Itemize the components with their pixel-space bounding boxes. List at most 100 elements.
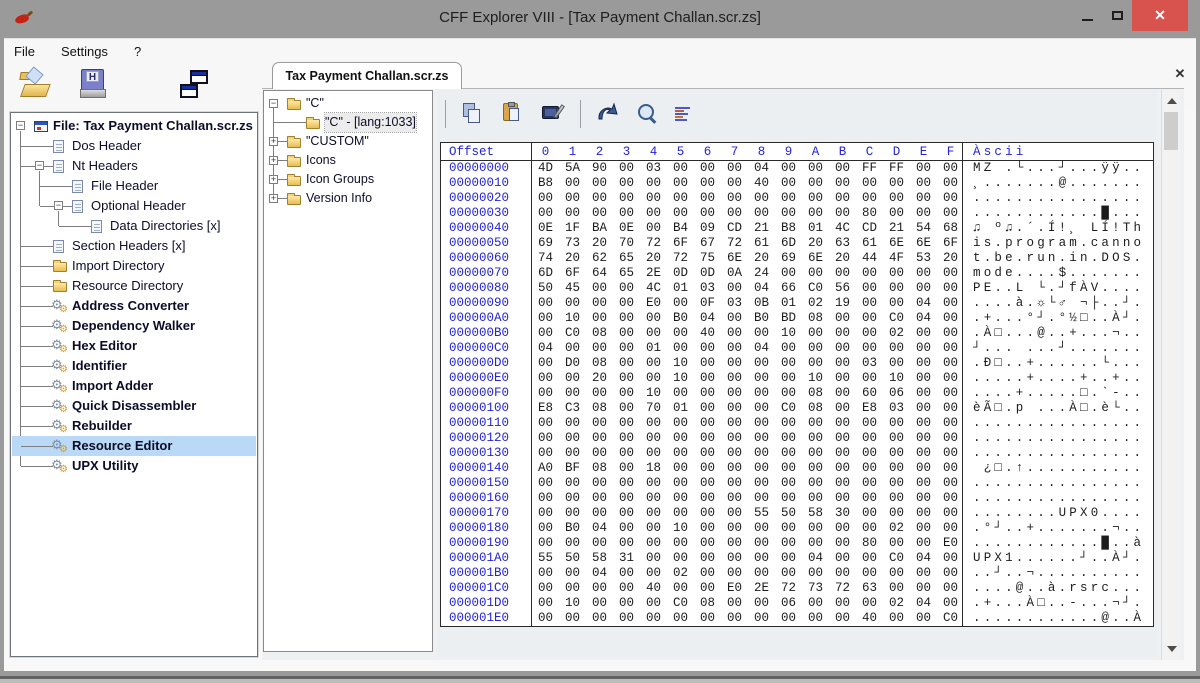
hex-byte[interactable]: 00 xyxy=(640,446,667,461)
hex-byte[interactable]: 00 xyxy=(721,371,748,386)
hex-byte[interactable]: 00 xyxy=(667,176,694,191)
hex-byte[interactable]: 00 xyxy=(829,371,856,386)
hex-byte[interactable]: 04 xyxy=(748,341,775,356)
hex-byte[interactable]: 00 xyxy=(802,206,829,221)
hex-byte[interactable]: 09 xyxy=(694,221,721,236)
hex-byte[interactable]: C0 xyxy=(937,611,964,626)
hex-byte[interactable]: B0 xyxy=(559,521,586,536)
hex-byte[interactable]: 70 xyxy=(613,236,640,251)
hex-byte[interactable]: 00 xyxy=(667,476,694,491)
hex-byte[interactable]: 00 xyxy=(883,566,910,581)
hex-byte[interactable]: 00 xyxy=(883,206,910,221)
close-button[interactable]: ✕ xyxy=(1132,0,1188,31)
hex-byte[interactable]: 00 xyxy=(640,476,667,491)
hex-byte[interactable]: 00 xyxy=(883,536,910,551)
hex-byte[interactable]: 00 xyxy=(883,176,910,191)
hex-row[interactable]: 00000140A0BF0800180000000000000000000000… xyxy=(441,461,1153,476)
hex-byte[interactable]: 00 xyxy=(721,341,748,356)
hex-row[interactable]: 0000013000000000000000000000000000000000… xyxy=(441,446,1153,461)
hex-byte[interactable]: C0 xyxy=(802,281,829,296)
hex-byte[interactable]: 00 xyxy=(640,596,667,611)
hex-byte[interactable]: 00 xyxy=(586,506,613,521)
hex-byte[interactable]: 00 xyxy=(829,551,856,566)
hex-byte[interactable]: 02 xyxy=(883,596,910,611)
hex-byte[interactable]: 00 xyxy=(910,566,937,581)
hex-byte[interactable]: 69 xyxy=(775,251,802,266)
hex-byte[interactable]: 5A xyxy=(559,161,586,176)
hex-byte[interactable]: 90 xyxy=(586,161,613,176)
hex-byte[interactable]: 04 xyxy=(910,551,937,566)
hex-byte[interactable]: 00 xyxy=(586,536,613,551)
hex-byte[interactable]: 00 xyxy=(775,521,802,536)
hex-byte[interactable]: 00 xyxy=(775,371,802,386)
hex-byte[interactable]: 00 xyxy=(937,401,964,416)
hex-byte[interactable]: 62 xyxy=(586,251,613,266)
hex-byte[interactable]: 0F xyxy=(694,296,721,311)
hex-byte[interactable]: 03 xyxy=(856,356,883,371)
hex-byte[interactable]: 50 xyxy=(532,281,559,296)
hex-byte[interactable]: 02 xyxy=(802,296,829,311)
hex-byte[interactable]: 53 xyxy=(910,251,937,266)
hex-byte[interactable]: 00 xyxy=(667,341,694,356)
tree-item[interactable]: Rebuilder xyxy=(12,416,256,436)
hex-byte[interactable]: 00 xyxy=(829,416,856,431)
hex-byte[interactable]: 01 xyxy=(775,296,802,311)
hex-byte[interactable]: 6D xyxy=(775,236,802,251)
hex-byte[interactable]: 00 xyxy=(586,176,613,191)
hex-byte[interactable]: 00 xyxy=(748,371,775,386)
hex-byte[interactable]: 00 xyxy=(910,536,937,551)
hex-byte[interactable]: 00 xyxy=(829,356,856,371)
hex-byte[interactable]: 00 xyxy=(775,611,802,626)
hex-row[interactable]: 000000B000C00800000040000010000000020000… xyxy=(441,326,1153,341)
hex-row[interactable]: 000001A055505831000000000000040000C00400… xyxy=(441,551,1153,566)
cascade-windows-button[interactable] xyxy=(176,68,210,100)
hex-byte[interactable]: 00 xyxy=(667,206,694,221)
hex-byte[interactable]: 00 xyxy=(883,461,910,476)
hex-byte[interactable]: 00 xyxy=(694,176,721,191)
hex-byte[interactable]: 55 xyxy=(748,506,775,521)
hex-byte[interactable]: 40 xyxy=(694,326,721,341)
hex-byte[interactable]: 00 xyxy=(910,401,937,416)
hex-byte[interactable]: 73 xyxy=(559,236,586,251)
hex-byte[interactable]: 00 xyxy=(667,491,694,506)
hex-byte[interactable]: 00 xyxy=(937,206,964,221)
hex-byte[interactable]: 00 xyxy=(775,491,802,506)
hex-byte[interactable]: 4D xyxy=(532,161,559,176)
hex-byte[interactable]: 00 xyxy=(883,611,910,626)
hex-byte[interactable]: 00 xyxy=(721,551,748,566)
hex-byte[interactable]: 08 xyxy=(694,596,721,611)
hex-byte[interactable]: 08 xyxy=(802,386,829,401)
hex-byte[interactable]: CD xyxy=(856,221,883,236)
hex-byte[interactable]: 00 xyxy=(937,491,964,506)
hex-byte[interactable]: 00 xyxy=(748,416,775,431)
hex-byte[interactable]: 00 xyxy=(775,206,802,221)
hex-byte[interactable]: 00 xyxy=(802,476,829,491)
tree-item[interactable]: Section Headers [x] xyxy=(12,236,256,256)
hex-byte[interactable]: B4 xyxy=(667,221,694,236)
hex-byte[interactable]: 4C xyxy=(640,281,667,296)
hex-byte[interactable]: 00 xyxy=(937,266,964,281)
tree-item[interactable]: Dependency Walker xyxy=(12,316,256,336)
hex-byte[interactable]: FF xyxy=(883,161,910,176)
hex-byte[interactable]: 00 xyxy=(802,611,829,626)
hex-byte[interactable]: 56 xyxy=(829,281,856,296)
hex-byte[interactable]: 00 xyxy=(856,596,883,611)
hex-byte[interactable]: 72 xyxy=(640,236,667,251)
hex-byte[interactable]: 00 xyxy=(721,206,748,221)
hex-byte[interactable]: 00 xyxy=(829,191,856,206)
hex-byte[interactable]: 00 xyxy=(667,191,694,206)
hex-byte[interactable]: 00 xyxy=(748,551,775,566)
hex-byte[interactable]: 30 xyxy=(829,506,856,521)
hex-byte[interactable]: C0 xyxy=(559,326,586,341)
hex-byte[interactable]: 00 xyxy=(856,176,883,191)
hex-byte[interactable]: 00 xyxy=(532,566,559,581)
hex-byte[interactable]: 00 xyxy=(937,446,964,461)
hex-byte[interactable]: 00 xyxy=(829,521,856,536)
hex-byte[interactable]: 00 xyxy=(640,506,667,521)
hex-byte[interactable]: 00 xyxy=(856,341,883,356)
hex-byte[interactable]: 00 xyxy=(775,386,802,401)
hex-byte[interactable]: 00 xyxy=(883,476,910,491)
hex-byte[interactable]: 00 xyxy=(694,521,721,536)
hex-byte[interactable]: 00 xyxy=(937,296,964,311)
tree-item[interactable]: Resource Directory xyxy=(12,276,256,296)
